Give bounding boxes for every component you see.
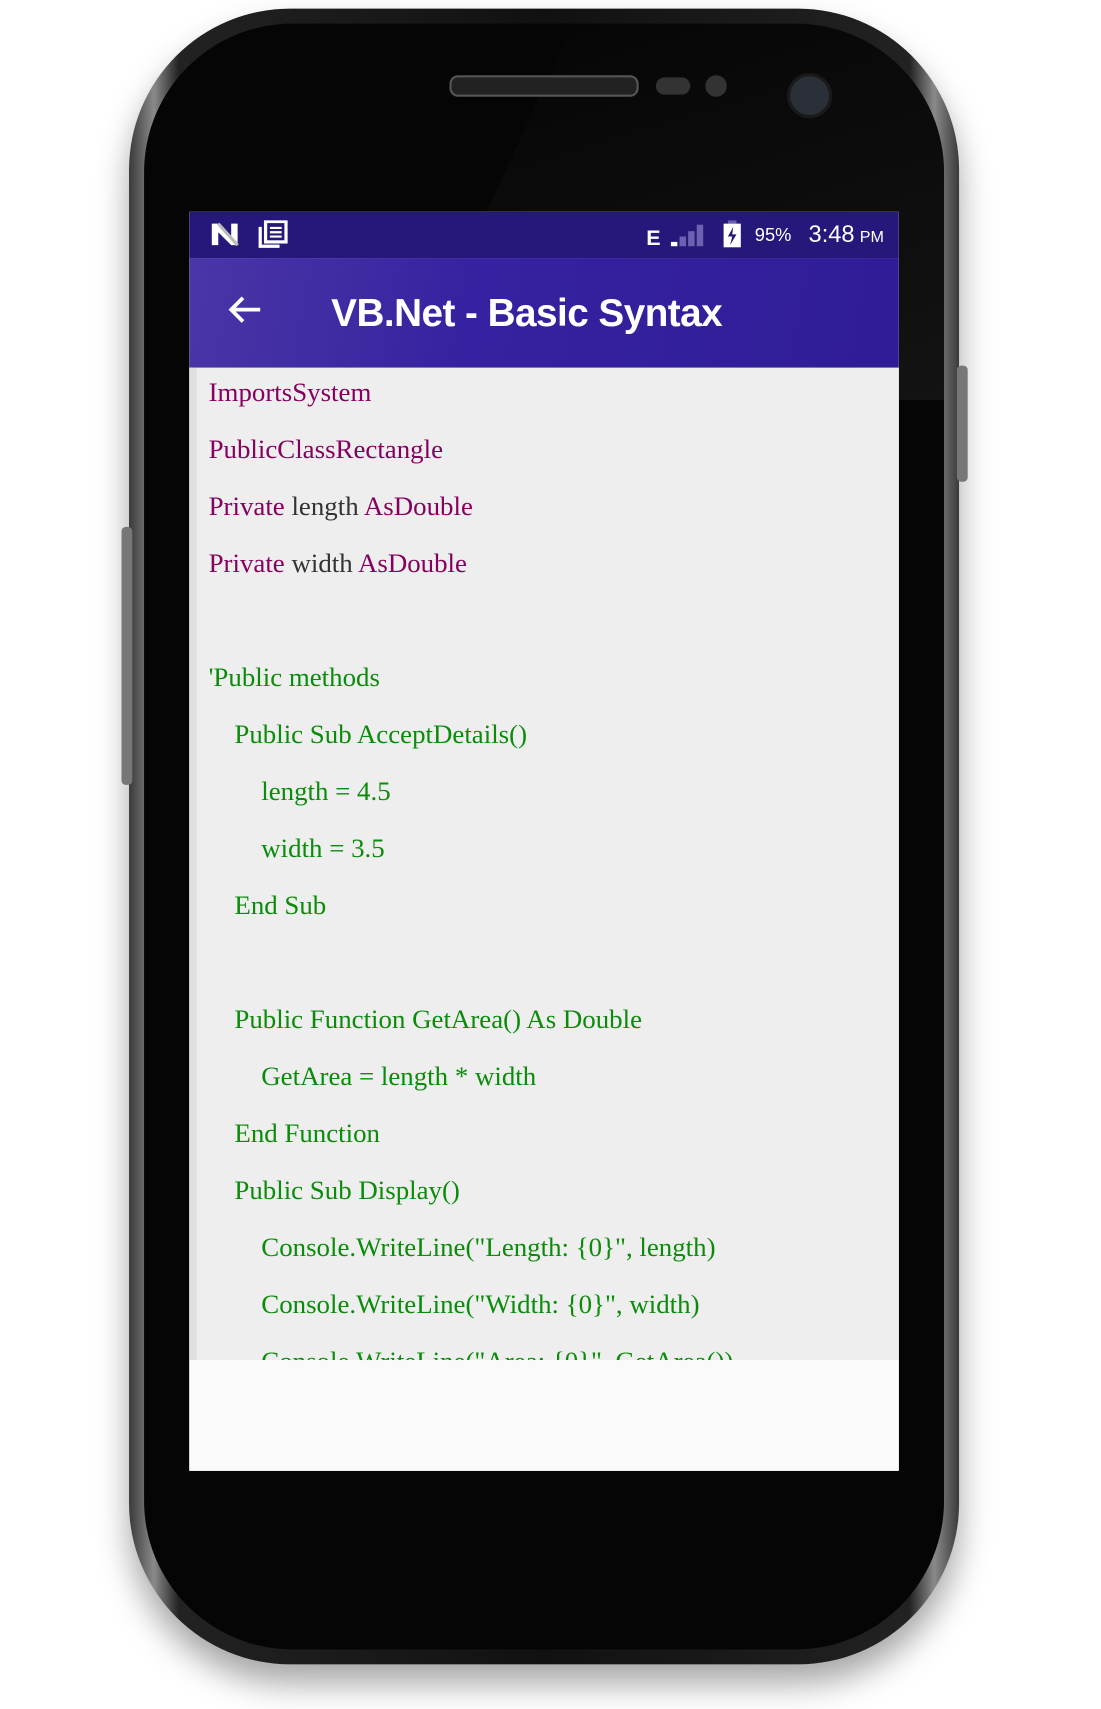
clock-time: 3:48 [808,220,855,248]
app-bar: VB.Net - Basic Syntax [189,258,899,368]
clock: 3:48 PM [809,220,884,248]
clock-ampm: PM [859,227,884,247]
code-keyword: ImportsSystem [208,378,372,408]
earpiece-speaker [449,75,639,97]
page-title: VB.Net - Basic Syntax [331,290,723,335]
news-notification-icon [258,220,288,248]
code-line: GetArea = length * width [261,1062,537,1092]
power-button [956,365,968,482]
code-line: Console.WriteLine("Area: {0}", GetArea()… [261,1347,733,1360]
code-keyword: Private [208,549,285,579]
screen: E 95% 3:48 PM VB.Net - Basic Syntax Impo… [189,211,899,1471]
code-identifier: width [284,549,358,579]
code-line: End Sub [234,891,327,921]
n-notification-icon [211,222,239,247]
code-line: Console.WriteLine("Width: {0}", width) [261,1290,700,1320]
code-line: PublicClassRectangle [209,435,443,465]
light-sensor [705,75,727,97]
code-keyword: AsDouble [363,492,473,522]
code-line: width = 3.5 [261,834,385,864]
code-keyword: AsDouble [357,549,467,579]
battery-percent: 95% [754,224,792,246]
code-line: length = 4.5 [261,777,391,807]
code-line: ImportsSystem [209,378,372,408]
code-line: 'Public methods [208,663,380,693]
code-view[interactable]: ImportsSystem PublicClassRectangle Private… [189,367,899,1361]
battery-charging-icon [723,220,741,248]
code-line: Public Function GetArea() As Double [234,1005,643,1035]
code-line: End Function [234,1119,380,1149]
signal-icon [670,224,704,247]
volume-button [121,526,133,785]
code-keyword: PublicClassRectangle [208,435,444,465]
proximity-sensor [655,77,691,95]
code-line: Public Sub Display() [234,1176,460,1206]
code-line: Public Sub AcceptDetails() [234,720,528,750]
code-line: Console.WriteLine("Length: {0}", length) [261,1233,716,1263]
code-line: Private length AsDouble [209,492,473,522]
code-line: Private width AsDouble [209,549,467,579]
status-bar: E 95% 3:48 PM [189,211,899,259]
network-e-icon: E [646,226,661,251]
bottom-area [189,1360,899,1471]
code-keyword: Private [208,492,285,522]
arrow-left-icon[interactable] [221,286,268,333]
front-camera [787,73,833,119]
code-identifier: length [284,492,364,522]
